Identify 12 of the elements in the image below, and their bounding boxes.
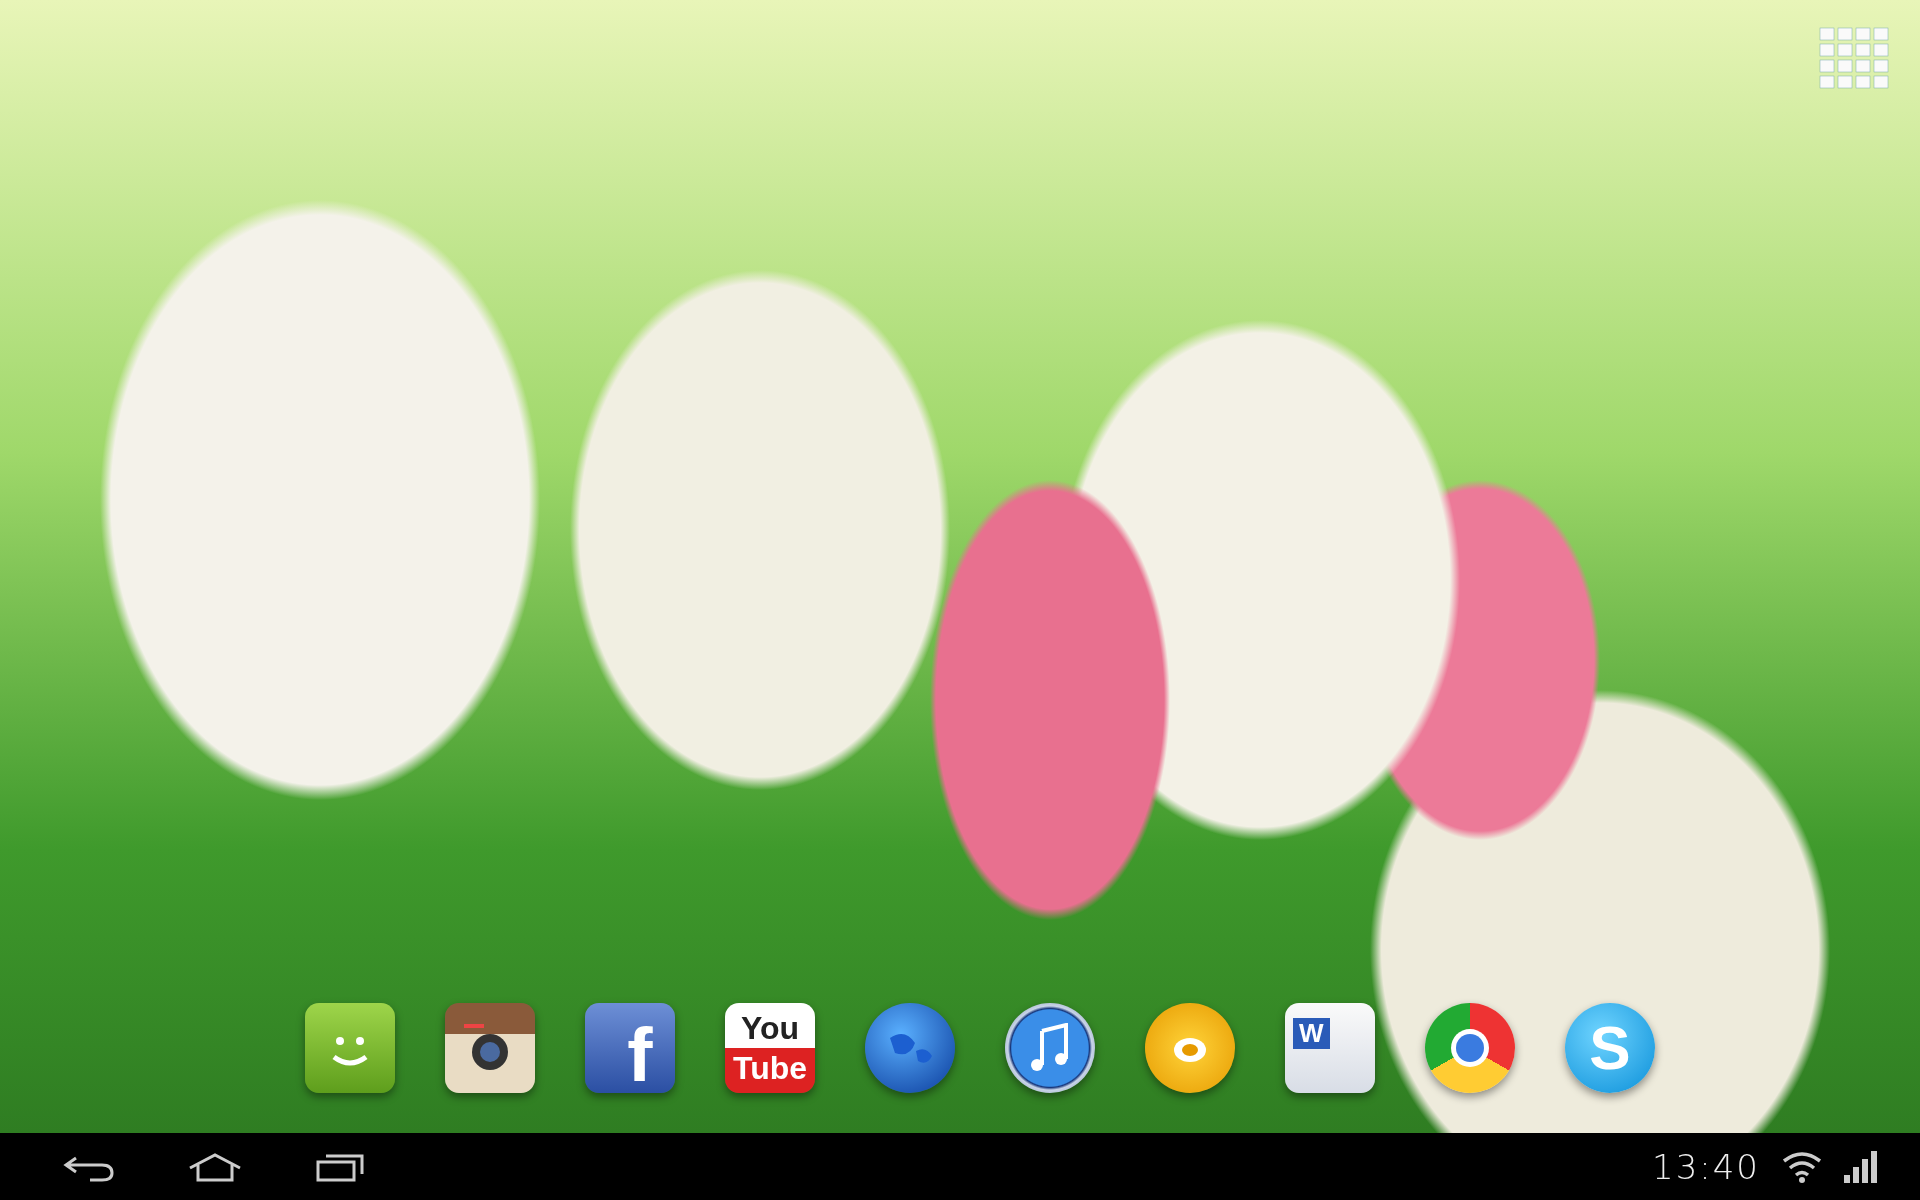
wifi-icon — [1782, 1150, 1822, 1183]
chrome-app-icon[interactable] — [1425, 1003, 1515, 1093]
signal-icon — [1844, 1150, 1880, 1183]
youtube-app-icon[interactable]: You Tube — [725, 1003, 815, 1093]
music-app-icon[interactable] — [1005, 1003, 1095, 1093]
message-app-icon[interactable] — [305, 1003, 395, 1093]
facebook-app-icon[interactable]: f — [585, 1003, 675, 1093]
document-app-icon[interactable]: W — [1285, 1003, 1375, 1093]
clock-time: 13:40 — [1652, 1146, 1760, 1187]
media-player-app-icon[interactable] — [1145, 1003, 1235, 1093]
camera-app-icon[interactable] — [445, 1003, 535, 1093]
globe-app-icon[interactable] — [865, 1003, 955, 1093]
